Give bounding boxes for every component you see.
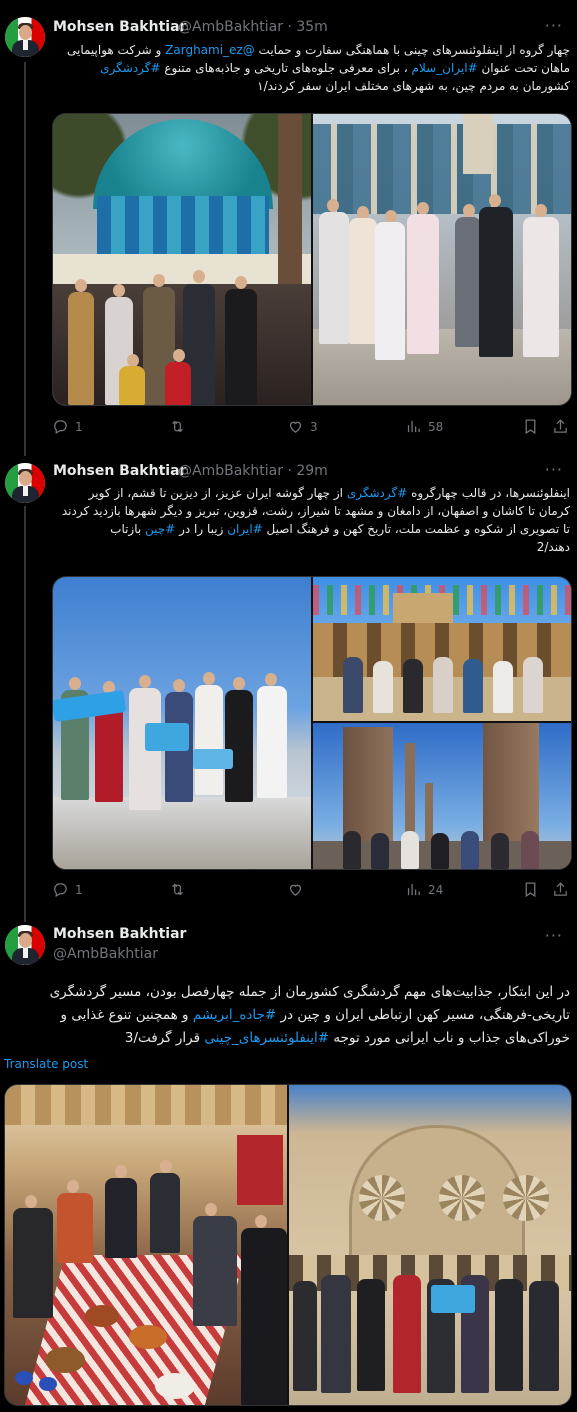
more-options-icon[interactable]: ··· [545,16,563,35]
hashtag-link[interactable]: #چین [145,522,175,536]
more-options-icon[interactable]: ··· [545,460,563,479]
reply-button[interactable]: 1 [52,418,83,435]
views-icon [407,420,420,433]
hashtag-link[interactable]: #ایران [227,522,263,536]
hashtag-link[interactable]: #گردشگری [347,486,407,500]
tweet-text: در این ابتکار، جذابیت‌های مهم گردشگری کش… [49,984,570,1046]
share-icon [554,882,567,896]
tweet-3[interactable]: Mohsen Bakhtiar @AmbBakhtiar ··· در این … [0,922,577,1412]
retweet-button[interactable] [169,881,192,898]
views-button[interactable]: 24 [405,881,443,898]
tweet-2[interactable]: Mohsen Bakhtiar @AmbBakhtiar · 29m ··· ا… [0,456,577,922]
hashtag-link[interactable]: #ایران_سلام [412,61,478,75]
like-icon [289,884,302,896]
avatar[interactable] [5,925,45,965]
translate-post-link[interactable]: Translate post [4,1057,88,1071]
hashtag-link[interactable]: #گردشگری [100,61,160,75]
reply-button[interactable]: 1 [52,881,83,898]
like-button[interactable] [287,881,310,898]
avatar[interactable] [5,17,45,57]
retweet-button[interactable] [169,418,192,435]
bookmark-button[interactable] [522,418,539,435]
author-handle[interactable]: @AmbBakhtiar · 35m [178,19,328,35]
reply-icon [54,420,67,435]
share-button[interactable] [552,881,569,898]
more-options-icon[interactable]: ··· [545,926,563,945]
reply-icon [54,883,67,898]
photo-historic-house[interactable] [289,1085,571,1405]
photo-shrine-dome[interactable] [53,114,311,405]
views-icon [407,883,420,896]
author-handle[interactable]: @AmbBakhtiar [53,946,158,962]
retweet-icon [172,883,183,896]
photo-restaurant-meal[interactable] [5,1085,287,1405]
photo-persepolis[interactable] [313,723,571,869]
retweet-icon [172,420,183,433]
tweet-text: چهار گروه از اینفلوئنسرهای چینی با هماهن… [66,43,570,93]
like-icon [289,421,302,433]
share-icon [554,419,567,433]
bookmark-icon [525,882,536,898]
author-name[interactable]: Mohsen Bakhtiar [53,926,186,942]
author-handle[interactable]: @AmbBakhtiar · 29m [178,463,328,479]
tweet-media-grid[interactable] [52,576,572,870]
tweet-media-grid[interactable] [4,1084,572,1406]
photo-courtyard-group[interactable] [313,114,571,405]
author-name[interactable]: Mohsen Bakhtiar [53,463,186,479]
bookmark-button[interactable] [522,881,539,898]
tweet-1[interactable]: Mohsen Bakhtiar @AmbBakhtiar · 35m ··· چ… [0,0,577,456]
like-button[interactable]: 3 [287,418,318,435]
hashtag-link[interactable]: #جاده_ابریشم [193,1007,276,1023]
mention-link[interactable]: @Zarghami_ez [165,43,255,57]
photo-snow-group[interactable] [53,577,311,869]
avatar[interactable] [5,463,45,503]
photo-courtyard-bunting[interactable] [313,577,571,721]
share-button[interactable] [552,418,569,435]
views-button[interactable]: 58 [405,418,443,435]
tweet-media-grid[interactable] [52,113,572,406]
tweet-actions: 1 3 58 [52,418,570,440]
hashtag-link[interactable]: #اینفلوئنسرهای_چینی [204,1030,329,1046]
tweet-text: اینفلوئنسرها، در قالب چهارگروه #گردشگری … [61,486,570,554]
bookmark-icon [525,419,536,435]
tweet-actions: 1 24 [52,881,570,903]
author-name[interactable]: Mohsen Bakhtiar [53,19,186,35]
